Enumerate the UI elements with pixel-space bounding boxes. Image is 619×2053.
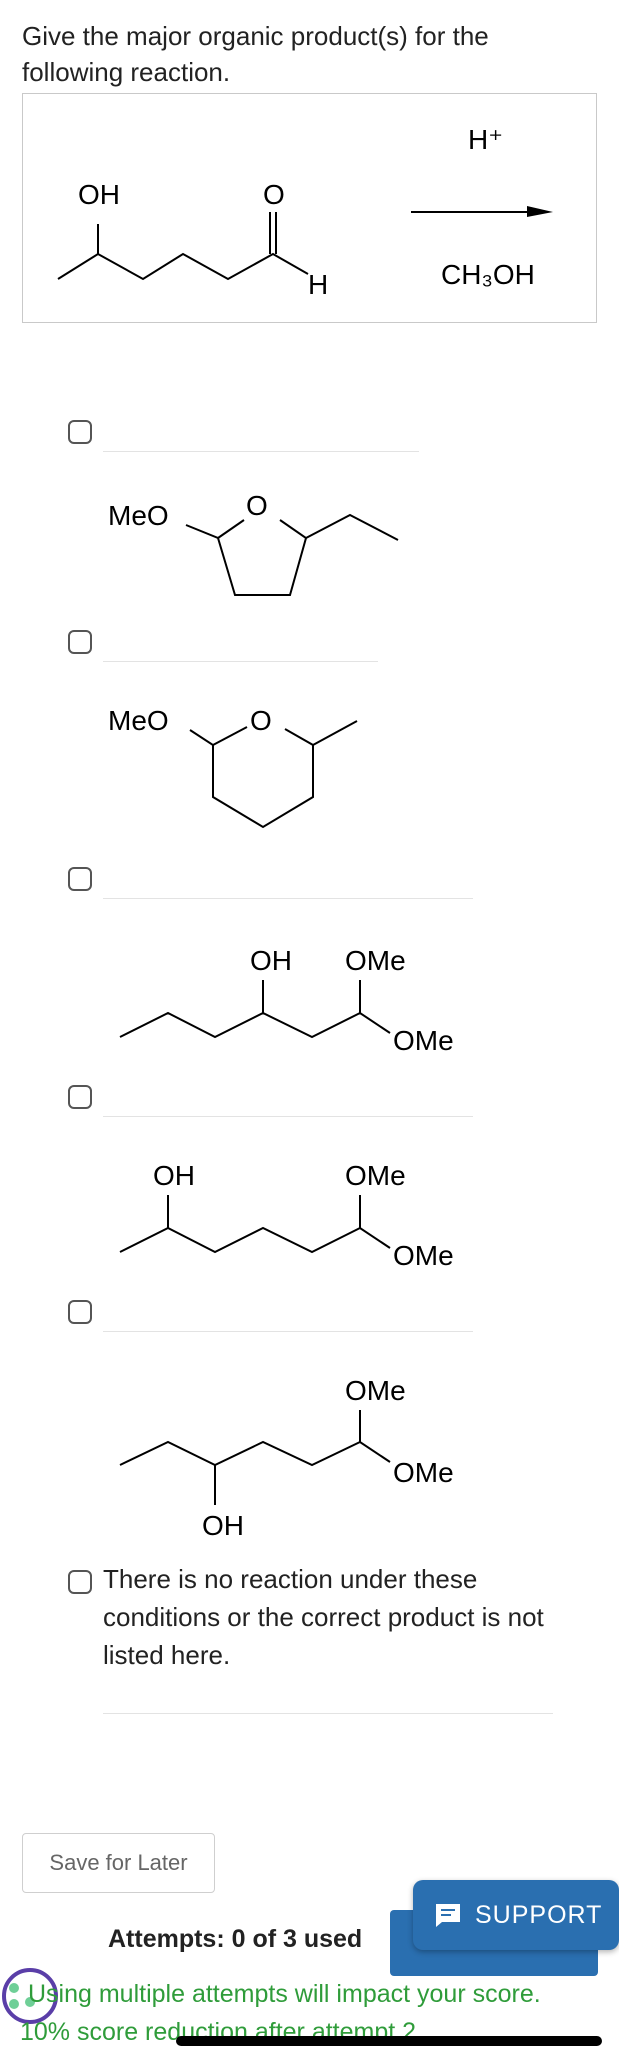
option-5-ome1-label: OMe <box>345 1375 406 1406</box>
reagent-acid: H⁺ <box>468 124 503 155</box>
option-1-meo-label: MeO <box>108 500 169 531</box>
reactant-h-label: H <box>308 269 328 300</box>
option-4-chain <box>119 1226 391 1254</box>
option-2-meo-label: MeO <box>108 705 169 736</box>
option-5-chain <box>119 1440 391 1467</box>
option-5-structure[interactable]: OMe OMe OH <box>0 1360 619 1545</box>
reactant-chain <box>57 252 309 281</box>
option-1-ethyl <box>305 513 399 541</box>
option-2-checkbox[interactable] <box>68 630 92 654</box>
reagent-methanol: CH₃OH <box>441 259 535 290</box>
option-2-underline <box>103 661 378 662</box>
option-1-checkbox[interactable] <box>68 420 92 444</box>
option-4-oh-label: OH <box>153 1160 195 1191</box>
option-5-ome2-label: OMe <box>393 1457 454 1488</box>
option-1-ring-o-label: O <box>246 490 268 521</box>
chat-icon <box>436 1904 460 1927</box>
option-1-ring <box>185 519 308 596</box>
option-2-ring-bond <box>212 726 248 746</box>
save-for-later-button[interactable]: Save for Later <box>22 1833 215 1893</box>
option-4-ome1-label: OMe <box>345 1160 406 1191</box>
option-3-chain <box>119 1011 391 1039</box>
option-2-methyl <box>312 720 358 746</box>
option-3-checkbox[interactable] <box>68 867 92 891</box>
option-2-ring-o-label: O <box>250 705 272 736</box>
option-6-checkbox[interactable] <box>68 1570 92 1594</box>
option-5-checkbox[interactable] <box>68 1300 92 1324</box>
option-3-oh-label: OH <box>250 945 292 976</box>
attempt-penalty-notice: Using multiple attempts will impact your… <box>28 1980 541 2008</box>
option-4-ome2-label: OMe <box>393 1240 454 1271</box>
reaction-scheme: OH O H H⁺ CH₃OH <box>57 124 553 300</box>
option-3-structure[interactable]: OH OMe OMe <box>0 925 619 1075</box>
option-2-structure[interactable]: MeO O <box>0 685 619 855</box>
option-4-underline <box>103 1116 473 1117</box>
reactant-oh-label: OH <box>78 179 120 210</box>
reactant-o-label: O <box>263 179 285 210</box>
option-1-ring-bond <box>217 519 245 539</box>
option-1-structure[interactable]: MeO O <box>0 470 619 620</box>
attempts-counter: Attempts: 0 of 3 used <box>108 1925 363 1953</box>
option-5-oh-label: OH <box>202 1510 244 1541</box>
option-5-underline <box>103 1331 473 1332</box>
option-3-underline <box>103 898 473 899</box>
option-1-underline <box>103 451 419 452</box>
support-label: SUPPORT <box>475 1900 603 1929</box>
reaction-box: OH O H H⁺ CH₃OH <box>22 93 597 323</box>
home-indicator <box>176 2036 602 2046</box>
option-6-underline <box>103 1713 553 1714</box>
reaction-arrow-head <box>527 206 553 217</box>
question-text: Give the major organic product(s) for th… <box>22 21 489 87</box>
option-4-structure[interactable]: OH OMe OMe <box>0 1140 619 1290</box>
option-6-text[interactable]: There is no reaction under these conditi… <box>103 1560 583 1674</box>
support-button[interactable]: SUPPORT <box>413 1880 619 1950</box>
option-3-ome1-label: OMe <box>345 945 406 976</box>
option-4-checkbox[interactable] <box>68 1085 92 1109</box>
option-2-ring <box>189 728 314 829</box>
option-3-ome2-label: OMe <box>393 1025 454 1056</box>
